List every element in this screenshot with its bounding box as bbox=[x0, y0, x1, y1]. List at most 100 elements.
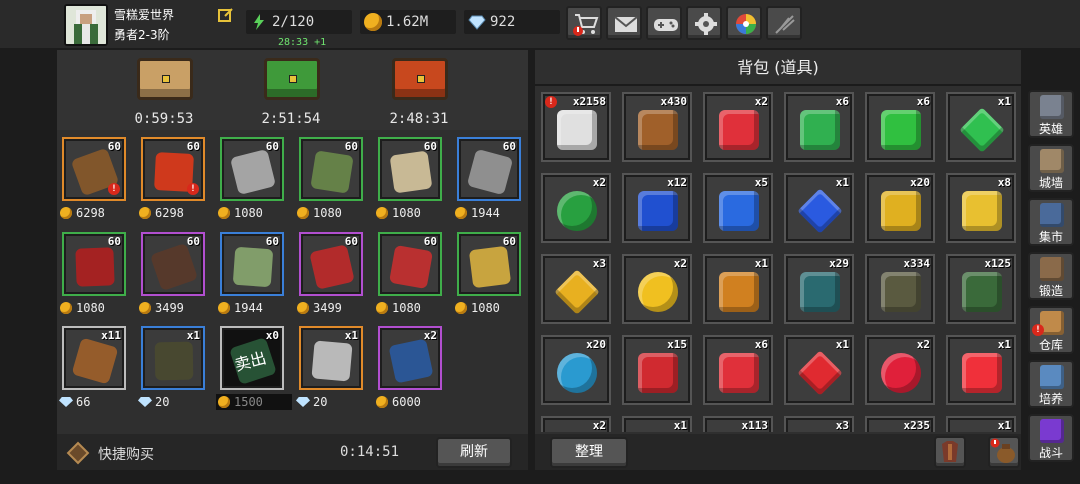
sidebar-anvil-button[interactable]: 锻造 bbox=[1028, 252, 1074, 300]
bag-item-slot[interactable]: x1 bbox=[622, 416, 692, 432]
shop-item-slot[interactable]: 60 bbox=[62, 232, 126, 296]
bag-item-slot[interactable]: x29 bbox=[784, 254, 854, 324]
item-count: x1 bbox=[835, 338, 849, 351]
helmet-icon bbox=[1040, 95, 1064, 119]
sidebar-warehouse-button[interactable]: 仓库! bbox=[1028, 306, 1074, 354]
sort-button[interactable]: 整理 bbox=[550, 437, 628, 468]
chest-icon[interactable] bbox=[392, 58, 448, 100]
gold-coin-icon bbox=[376, 302, 388, 314]
chest-icon[interactable] bbox=[264, 58, 320, 100]
item-count: x2 bbox=[673, 257, 687, 270]
bag-item-slot[interactable]: x2 bbox=[541, 173, 611, 243]
sidebar-castle-wall-button[interactable]: 城墙 bbox=[1028, 144, 1074, 192]
gold-coin-icon bbox=[376, 396, 388, 408]
alert-icon: ! bbox=[187, 183, 199, 195]
shop-item-slot[interactable]: 60 bbox=[220, 137, 284, 201]
feather-button[interactable] bbox=[766, 6, 802, 40]
item-count: x12 bbox=[667, 176, 687, 189]
bag-item-slot[interactable]: x15 bbox=[622, 335, 692, 405]
item-count: x1 bbox=[997, 419, 1011, 432]
bag-item-slot[interactable]: x2 bbox=[703, 92, 773, 162]
shop-item-slot[interactable]: 60 bbox=[220, 232, 284, 296]
shop-item-slot[interactable]: 60 bbox=[378, 232, 442, 296]
chest-icon[interactable] bbox=[137, 58, 193, 100]
bag-item-slot[interactable]: x6 bbox=[784, 92, 854, 162]
bag-item-slot[interactable]: x334 bbox=[865, 254, 935, 324]
item-count: x2 bbox=[592, 419, 606, 432]
item-count: x2 bbox=[423, 329, 437, 342]
shop-item-slot[interactable]: x2 bbox=[378, 326, 442, 390]
bag-item-slot[interactable]: x125 bbox=[946, 254, 1016, 324]
refresh-button[interactable]: 刷新 bbox=[436, 437, 512, 468]
edit-icon[interactable] bbox=[218, 7, 234, 23]
topaz-pile-icon bbox=[881, 191, 921, 231]
bag-item-slot[interactable]: x2158! bbox=[541, 92, 611, 162]
bag-item-slot[interactable]: x1 bbox=[784, 335, 854, 405]
shop-item-slot[interactable]: 60 bbox=[457, 232, 521, 296]
item-price: 6000 bbox=[374, 394, 450, 410]
bag-item-slot[interactable]: x6 bbox=[703, 335, 773, 405]
bag-item-slot[interactable]: x2 bbox=[541, 416, 611, 432]
sidebar-potion-button[interactable]: 培养 bbox=[1028, 360, 1074, 408]
bag-item-slot[interactable]: x1 bbox=[946, 92, 1016, 162]
sidebar-market-stall-button[interactable]: 集市 bbox=[1028, 198, 1074, 246]
bag-item-slot[interactable]: x1 bbox=[946, 335, 1016, 405]
shop-item-slot[interactable]: 60! bbox=[62, 137, 126, 201]
ruby-heart-icon bbox=[719, 110, 759, 150]
mail-button[interactable] bbox=[606, 6, 642, 40]
sidebar-helmet-button[interactable]: 英雄 bbox=[1028, 90, 1074, 138]
item-count: x8 bbox=[997, 176, 1011, 189]
bag-item-slot[interactable]: x3 bbox=[784, 416, 854, 432]
alert-icon: ! bbox=[108, 183, 120, 195]
bag-item-slot[interactable]: x6 bbox=[865, 92, 935, 162]
bag-grid[interactable]: x2158! x430 x2 x6 x6 x1 x2 x12 x5 x1 x20 x8 x3 x2 x1 x2… bbox=[537, 88, 1021, 432]
shop-item-slot[interactable]: 60 bbox=[299, 137, 363, 201]
shop-item-slot[interactable]: 60 bbox=[457, 137, 521, 201]
shop-item-slot[interactable]: 60! bbox=[141, 137, 205, 201]
shop-item-slot[interactable]: x1 bbox=[141, 326, 205, 390]
shop-item-slot[interactable]: 60 bbox=[141, 232, 205, 296]
sidebar-label: 仓库 bbox=[1038, 338, 1063, 352]
shop-item-slot[interactable]: 60 bbox=[299, 232, 363, 296]
shop-cart-button[interactable] bbox=[566, 6, 602, 40]
avatar[interactable] bbox=[64, 4, 108, 46]
item-count: x1 bbox=[997, 95, 1011, 108]
chest-lock bbox=[162, 75, 170, 83]
shop-item-slot[interactable]: x1 bbox=[299, 326, 363, 390]
gold-coin-icon bbox=[297, 302, 309, 314]
bag-item-slot[interactable]: x20 bbox=[541, 335, 611, 405]
bag-item-slot[interactable]: x430 bbox=[622, 92, 692, 162]
bag-item-slot[interactable]: x2 bbox=[622, 254, 692, 324]
shop-item-slot[interactable]: 60 bbox=[378, 137, 442, 201]
bag-item-slot[interactable]: x1 bbox=[946, 416, 1016, 432]
shop-item-slot[interactable]: x0 卖出 bbox=[220, 326, 284, 390]
book-icon bbox=[71, 337, 119, 385]
bag-item-slot[interactable]: x235 bbox=[865, 416, 935, 432]
bag-filter-button[interactable] bbox=[988, 436, 1020, 468]
armor-filter-button[interactable] bbox=[934, 436, 966, 468]
bag-item-slot[interactable]: x113 bbox=[703, 416, 773, 432]
pouch-icon bbox=[990, 438, 1015, 463]
bag-item-slot[interactable]: x12 bbox=[622, 173, 692, 243]
sidebar-label: 城墙 bbox=[1038, 176, 1063, 190]
bag-item-slot[interactable]: x1 bbox=[703, 254, 773, 324]
item-price: 66 bbox=[58, 394, 134, 410]
energy-timer: 28:33 +1 bbox=[278, 37, 327, 48]
bag-item-slot[interactable]: x20 bbox=[865, 173, 935, 243]
bag-item-slot[interactable]: x8 bbox=[946, 173, 1016, 243]
bag-item-slot[interactable]: x1 bbox=[784, 173, 854, 243]
color-wheel-button[interactable] bbox=[726, 6, 762, 40]
item-count: x113 bbox=[741, 419, 769, 432]
gamepad-button[interactable] bbox=[646, 6, 682, 40]
anvil-icon bbox=[1040, 257, 1064, 281]
sidebar-portal-button[interactable]: 战斗 bbox=[1028, 414, 1074, 462]
quick-buy-label[interactable]: 快捷购买 bbox=[98, 444, 154, 464]
bag-item-slot[interactable]: x3 bbox=[541, 254, 611, 324]
bag-item-slot[interactable]: x2 bbox=[865, 335, 935, 405]
price-value: 20 bbox=[313, 395, 328, 409]
shop-item-slot[interactable]: x11 bbox=[62, 326, 126, 390]
price-value: 1080 bbox=[313, 206, 342, 220]
bag-item-slot[interactable]: x5 bbox=[703, 173, 773, 243]
settings-button[interactable] bbox=[686, 6, 722, 40]
gamepad-icon bbox=[654, 19, 678, 31]
